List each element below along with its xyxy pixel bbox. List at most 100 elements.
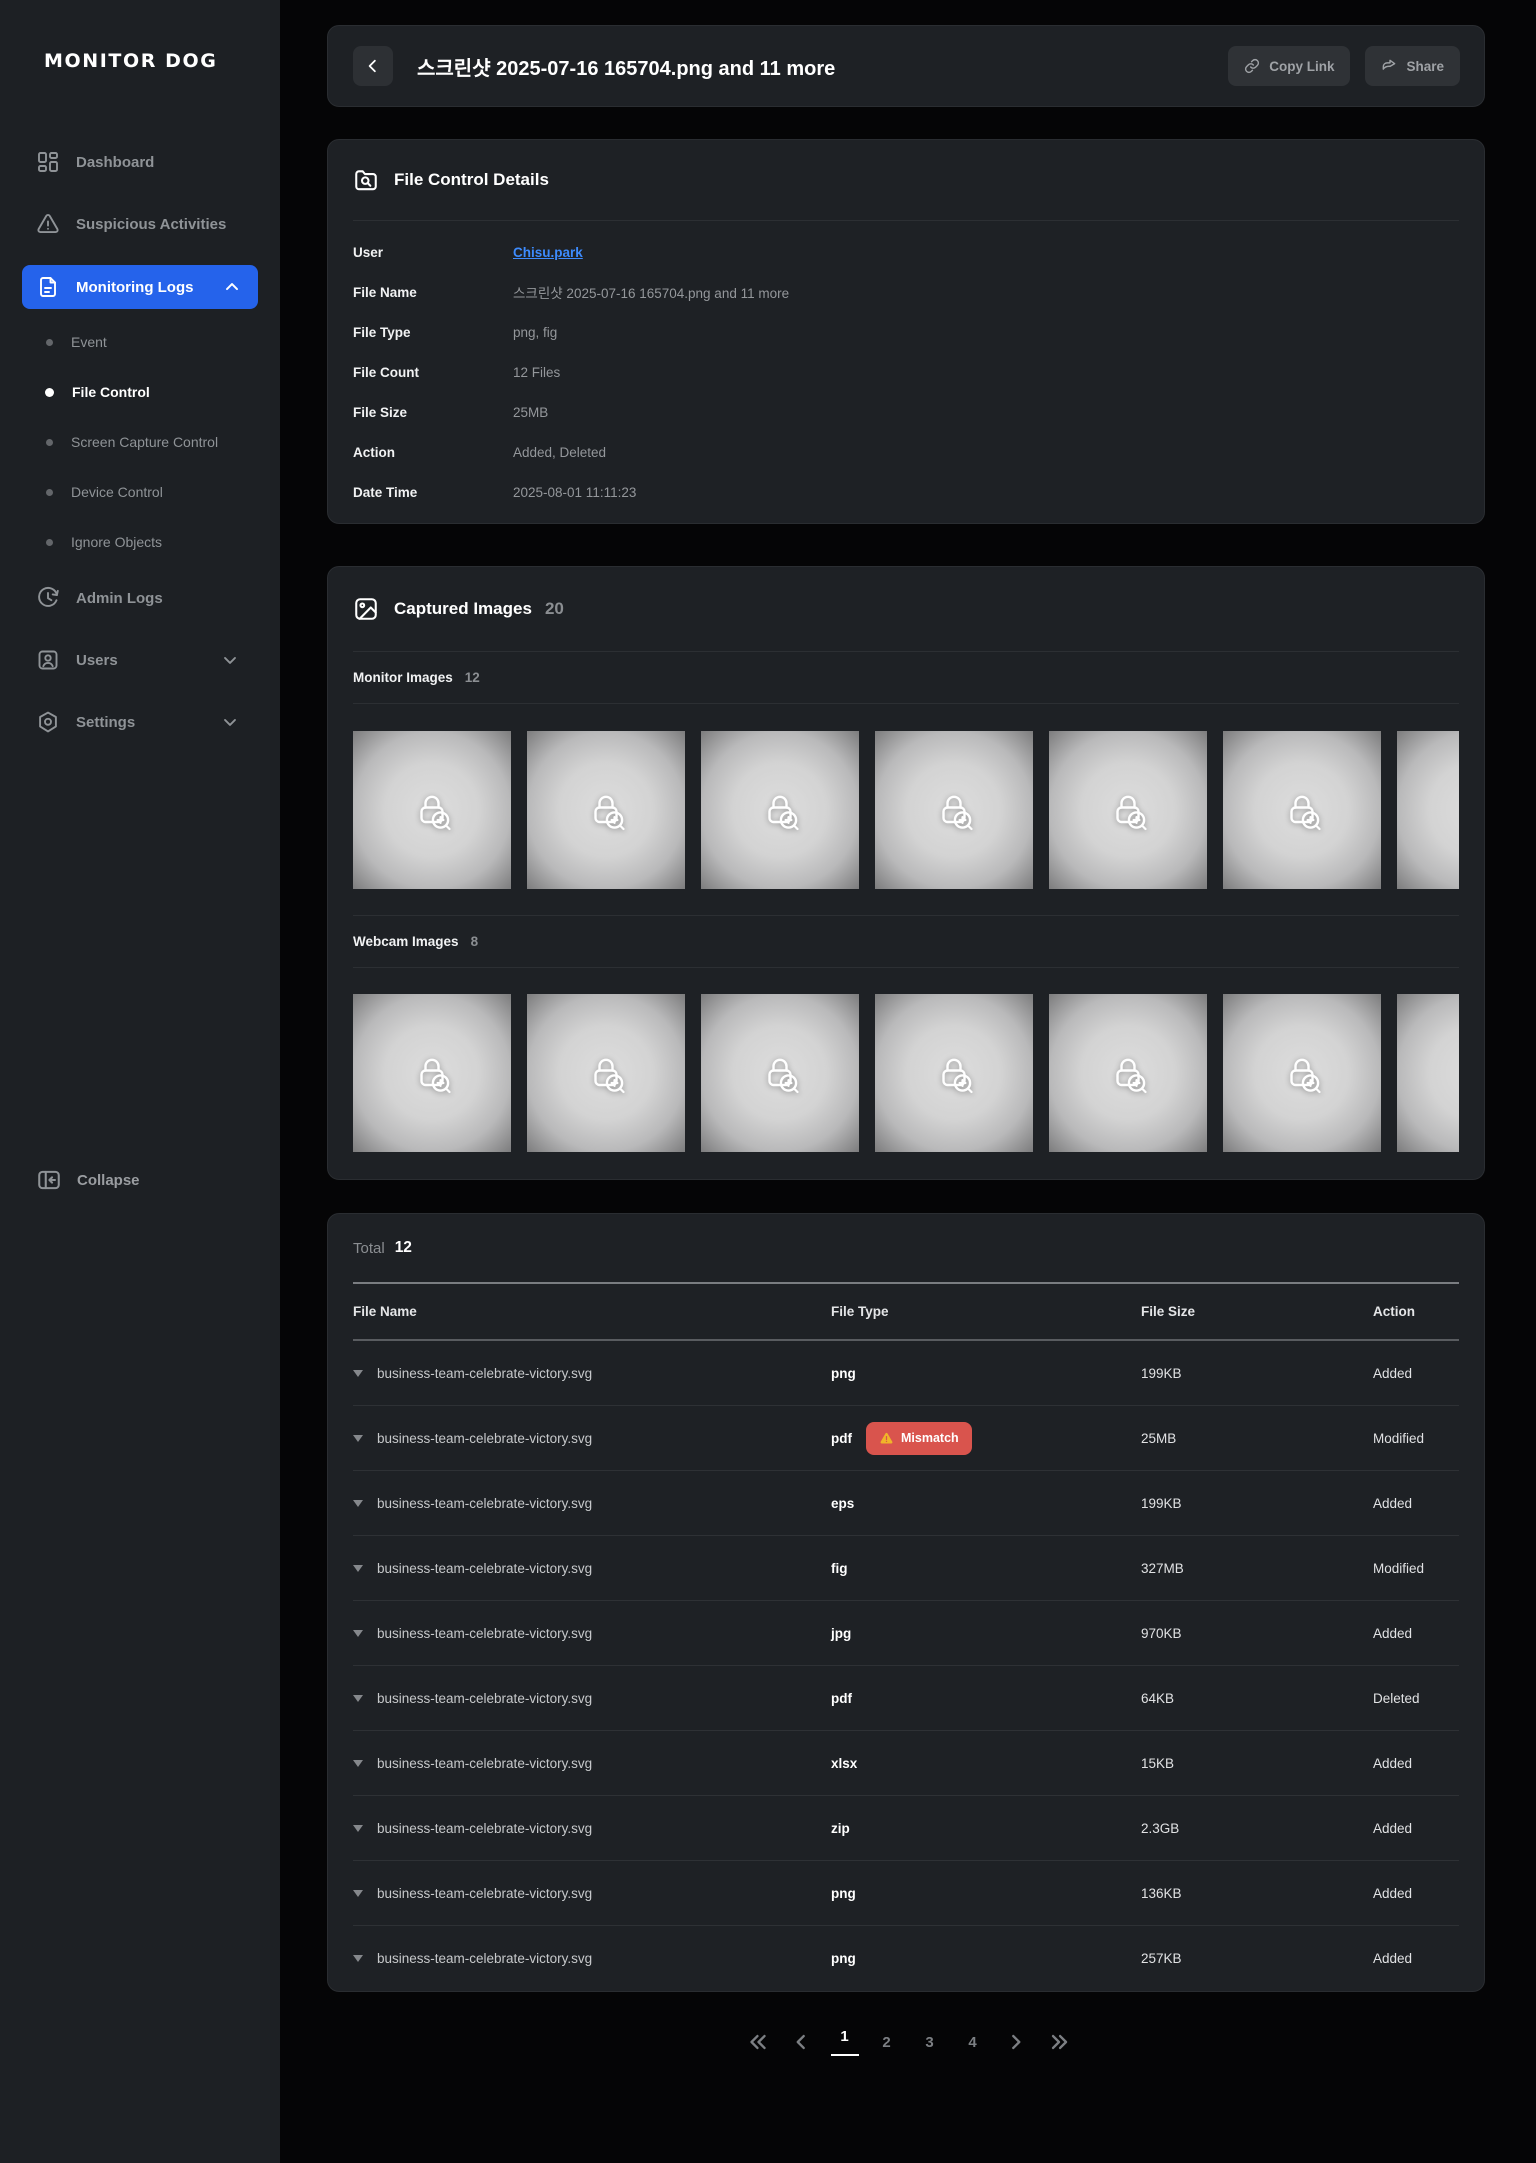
share-button[interactable]: Share — [1365, 46, 1460, 86]
captured-image-thumbnail[interactable] — [875, 994, 1033, 1152]
table-row[interactable]: business-team-celebrate-victory.svg png … — [353, 1341, 1459, 1406]
locked-image-zoom-icon — [409, 1050, 455, 1096]
row-file-size: 64KB — [1141, 1691, 1373, 1706]
row-action: Added — [1373, 1626, 1459, 1641]
chevron-down-icon — [220, 712, 240, 732]
sidebar-item-dashboard[interactable]: Dashboard — [0, 134, 280, 190]
user-link[interactable]: Chisu.park — [513, 245, 583, 260]
row-expand-caret-icon[interactable] — [353, 1825, 363, 1832]
first-page-button[interactable] — [745, 2029, 771, 2055]
page-button-3[interactable]: 3 — [917, 2034, 943, 2051]
row-file-size: 327MB — [1141, 1561, 1373, 1576]
row-action: Modified — [1373, 1561, 1459, 1576]
table-row[interactable]: business-team-celebrate-victory.svg png … — [353, 1926, 1459, 1991]
row-expand-caret-icon[interactable] — [353, 1435, 363, 1442]
webcam-images-header: Webcam Images 8 — [353, 916, 1459, 968]
back-button[interactable] — [353, 46, 393, 86]
sidebar-item-settings[interactable]: Settings — [0, 691, 280, 753]
sidebar-subitem-file-control[interactable]: File Control — [0, 367, 280, 417]
sidebar-subitem-ignore-objects[interactable]: Ignore Objects — [0, 517, 280, 567]
row-file-size: 25MB — [1141, 1431, 1373, 1446]
sidebar: MONITOR DOG Dashboard Suspicious Activit… — [0, 0, 280, 2163]
detail-row-action: Action Added, Deleted — [353, 432, 1459, 472]
table-row[interactable]: business-team-celebrate-victory.svg pdf … — [353, 1666, 1459, 1731]
captured-image-thumbnail[interactable] — [1397, 731, 1459, 889]
table-row[interactable]: business-team-celebrate-victory.svg pdf … — [353, 1406, 1459, 1471]
next-page-button[interactable] — [1003, 2029, 1029, 2055]
row-expand-caret-icon[interactable] — [353, 1565, 363, 1572]
detail-row-file-type: File Type png, fig — [353, 312, 1459, 352]
sidebar-item-label: Settings — [76, 714, 135, 731]
captured-image-thumbnail[interactable] — [1397, 994, 1459, 1152]
row-expand-caret-icon[interactable] — [353, 1500, 363, 1507]
sidebar-subitem-screen-capture-control[interactable]: Screen Capture Control — [0, 417, 280, 467]
last-page-button[interactable] — [1046, 2029, 1072, 2055]
sidebar-item-label: Suspicious Activities — [76, 216, 226, 233]
share-arrow-icon — [1381, 58, 1397, 74]
card-title: Captured Images — [394, 599, 532, 619]
table-row[interactable]: business-team-celebrate-victory.svg jpg … — [353, 1601, 1459, 1666]
sidebar-item-monitoring-logs[interactable]: Monitoring Logs — [22, 265, 258, 309]
page-button-1[interactable]: 1 — [831, 2028, 857, 2056]
table-row[interactable]: business-team-celebrate-victory.svg png … — [353, 1861, 1459, 1926]
detail-row-user: User Chisu.park — [353, 232, 1459, 272]
page-button-2[interactable]: 2 — [874, 2034, 900, 2051]
sidebar-subitem-label: Screen Capture Control — [71, 434, 218, 450]
row-file-name: business-team-celebrate-victory.svg — [377, 1886, 831, 1901]
link-icon — [1244, 58, 1260, 74]
table-row[interactable]: business-team-celebrate-victory.svg eps … — [353, 1471, 1459, 1536]
history-clock-icon — [36, 586, 60, 610]
sidebar-item-label: Dashboard — [76, 154, 154, 171]
locked-image-zoom-icon — [1453, 787, 1459, 833]
sidebar-item-suspicious-activities[interactable]: Suspicious Activities — [0, 190, 280, 258]
captured-image-thumbnail[interactable] — [1223, 994, 1381, 1152]
document-icon — [36, 275, 60, 299]
sidebar-subitem-event[interactable]: Event — [0, 317, 280, 367]
captured-image-thumbnail[interactable] — [875, 731, 1033, 889]
row-expand-caret-icon[interactable] — [353, 1760, 363, 1767]
row-expand-caret-icon[interactable] — [353, 1695, 363, 1702]
captured-images-card: Captured Images 20 Monitor Images 12 — [327, 566, 1485, 1180]
collapse-sidebar-button[interactable]: Collapse — [36, 1158, 140, 1202]
row-expand-caret-icon[interactable] — [353, 1630, 363, 1637]
captured-image-thumbnail[interactable] — [701, 731, 859, 889]
page-button-4[interactable]: 4 — [960, 2034, 986, 2051]
warning-triangle-icon — [36, 212, 60, 236]
sidebar-item-users[interactable]: Users — [0, 629, 280, 691]
monitor-images-strip — [353, 731, 1459, 916]
chevron-up-icon — [222, 277, 242, 297]
row-action: Added — [1373, 1886, 1459, 1901]
row-file-name: business-team-celebrate-victory.svg — [377, 1626, 831, 1641]
locked-image-zoom-icon — [1279, 1050, 1325, 1096]
row-expand-caret-icon[interactable] — [353, 1955, 363, 1962]
locked-image-zoom-icon — [583, 1050, 629, 1096]
row-action: Added — [1373, 1821, 1459, 1836]
settings-gear-icon — [36, 710, 60, 734]
prev-page-button[interactable] — [788, 2029, 814, 2055]
captured-image-thumbnail[interactable] — [353, 731, 511, 889]
table-row[interactable]: business-team-celebrate-victory.svg xlsx… — [353, 1731, 1459, 1796]
captured-image-thumbnail[interactable] — [1049, 994, 1207, 1152]
captured-image-thumbnail[interactable] — [353, 994, 511, 1152]
row-file-name: business-team-celebrate-victory.svg — [377, 1431, 831, 1446]
detail-row-file-name: File Name 스크린샷 2025-07-16 165704.png and… — [353, 272, 1459, 312]
detail-row-file-count: File Count 12 Files — [353, 352, 1459, 392]
captured-image-thumbnail[interactable] — [1049, 731, 1207, 889]
row-expand-caret-icon[interactable] — [353, 1890, 363, 1897]
locked-image-zoom-icon — [757, 1050, 803, 1096]
table-row[interactable]: business-team-celebrate-victory.svg fig … — [353, 1536, 1459, 1601]
copy-link-button[interactable]: Copy Link — [1228, 46, 1350, 86]
captured-image-thumbnail[interactable] — [527, 994, 685, 1152]
captured-image-thumbnail[interactable] — [527, 731, 685, 889]
row-expand-caret-icon[interactable] — [353, 1370, 363, 1377]
sidebar-subitem-device-control[interactable]: Device Control — [0, 467, 280, 517]
table-row[interactable]: business-team-celebrate-victory.svg zip … — [353, 1796, 1459, 1861]
row-file-name: business-team-celebrate-victory.svg — [377, 1821, 831, 1836]
row-file-name: business-team-celebrate-victory.svg — [377, 1366, 831, 1381]
row-file-type: pdf — [831, 1691, 1141, 1706]
captured-image-thumbnail[interactable] — [1223, 731, 1381, 889]
chevron-down-icon — [220, 650, 240, 670]
sidebar-item-admin-logs[interactable]: Admin Logs — [0, 567, 280, 629]
row-file-type: png — [831, 1366, 1141, 1381]
captured-image-thumbnail[interactable] — [701, 994, 859, 1152]
